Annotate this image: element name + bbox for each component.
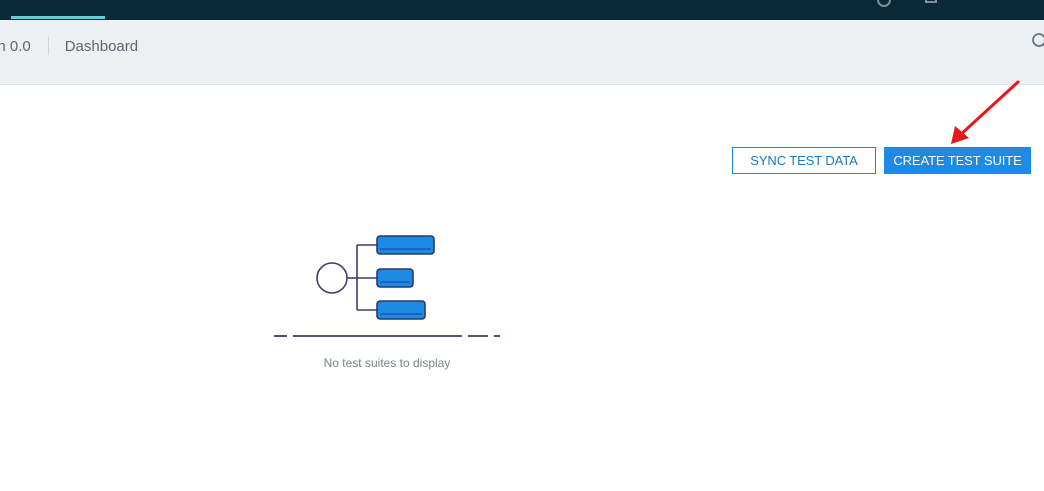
breadcrumb: on 0.0 Dashboard: [0, 20, 138, 72]
sub-header-bar: on 0.0 Dashboard: [0, 20, 1044, 85]
help-icon[interactable]: [877, 0, 891, 7]
document-icon[interactable]: [925, 0, 937, 3]
empty-state-message: No test suites to display: [323, 356, 451, 370]
breadcrumb-dashboard[interactable]: Dashboard: [65, 38, 138, 55]
active-tab-indicator: [11, 16, 105, 19]
breadcrumb-divider: [47, 37, 49, 55]
search-icon: [1032, 33, 1044, 47]
create-test-suite-button[interactable]: CREATE TEST SUITE: [884, 147, 1031, 174]
sync-test-data-button[interactable]: SYNC TEST DATA: [732, 147, 876, 174]
search-button[interactable]: [1031, 32, 1044, 52]
red-arrow-icon: [951, 80, 1020, 144]
top-navigation-bar: [0, 0, 1044, 20]
test-suite-tree-icon: [274, 235, 500, 337]
breadcrumb-project[interactable]: on 0.0: [0, 38, 31, 55]
